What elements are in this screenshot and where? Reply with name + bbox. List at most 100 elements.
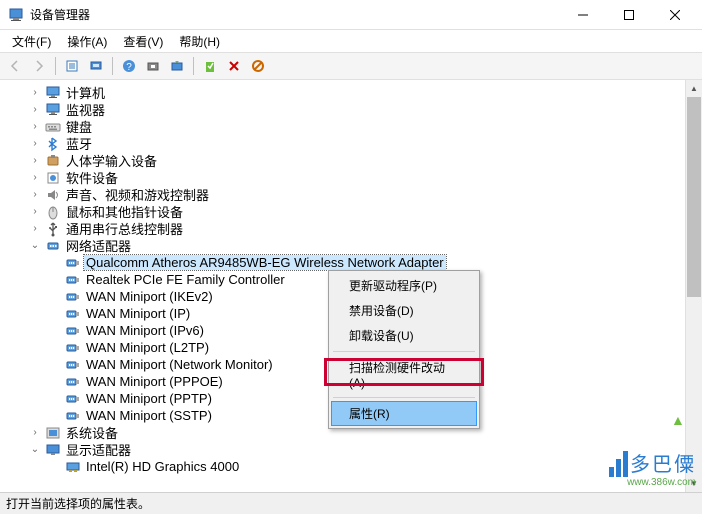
expander-icon[interactable]: › (28, 155, 42, 166)
expander-icon[interactable]: › (28, 87, 42, 98)
disable-button[interactable] (247, 55, 269, 77)
netadapter-icon (65, 408, 81, 424)
tree-label: WAN Miniport (Network Monitor) (84, 357, 275, 372)
scroll-thumb[interactable] (687, 97, 701, 297)
netadapter-icon (65, 374, 81, 390)
tree-category[interactable]: ›计算机 (0, 84, 685, 101)
netadapter-icon (65, 340, 81, 356)
tree-label: WAN Miniport (SSTP) (84, 408, 214, 423)
netadapter-icon (65, 391, 81, 407)
menu-view[interactable]: 查看(V) (115, 31, 171, 52)
app-icon (8, 7, 24, 23)
context-menu-item[interactable]: 更新驱动程序(P) (331, 273, 477, 298)
scroll-down-button[interactable]: ▼ (686, 475, 702, 492)
context-menu-item[interactable]: 属性(R) (331, 401, 477, 426)
tree-label: 网络适配器 (64, 236, 133, 255)
tree-label: WAN Miniport (PPPOE) (84, 374, 225, 389)
network-icon (45, 238, 61, 254)
expander-icon[interactable]: › (28, 223, 42, 234)
context-menu[interactable]: 更新驱动程序(P)禁用设备(D)卸载设备(U) 扫描检测硬件改动(A) 属性(R) (328, 270, 480, 429)
bluetooth-icon (45, 136, 61, 152)
keyboard-icon (45, 119, 61, 135)
expander-icon[interactable]: › (28, 172, 42, 183)
tree-label: WAN Miniport (PPTP) (84, 391, 214, 406)
tree-category[interactable]: ›键盘 (0, 118, 685, 135)
window-controls (560, 0, 698, 30)
context-menu-item[interactable]: 卸载设备(U) (331, 323, 477, 348)
tree-label: WAN Miniport (IP) (84, 306, 192, 321)
tree-label: WAN Miniport (IPv6) (84, 323, 206, 338)
hid-icon (45, 153, 61, 169)
sound-icon (45, 187, 61, 203)
menu-help[interactable]: 帮助(H) (171, 31, 228, 52)
tree-category[interactable]: ›鼠标和其他指针设备 (0, 203, 685, 220)
help-button[interactable]: ? (118, 55, 140, 77)
tree-label: WAN Miniport (L2TP) (84, 340, 211, 355)
window-title: 设备管理器 (30, 6, 560, 23)
netadapter-icon (65, 289, 81, 305)
tree-category[interactable]: ›声音、视频和游戏控制器 (0, 186, 685, 203)
system-icon (45, 425, 61, 441)
usb-icon (45, 221, 61, 237)
expander-icon[interactable]: ⌄ (28, 240, 42, 251)
software-icon (45, 170, 61, 186)
scan-button[interactable] (85, 55, 107, 77)
menu-action[interactable]: 操作(A) (59, 31, 115, 52)
tree-label: Realtek PCIe FE Family Controller (84, 272, 287, 287)
tree-category[interactable]: ›软件设备 (0, 169, 685, 186)
expander-icon[interactable]: › (28, 138, 42, 149)
tree-category[interactable]: ⌄ 网络适配器 (0, 237, 685, 254)
expander-icon[interactable]: ⌄ (28, 444, 42, 455)
update-driver-button[interactable] (142, 55, 164, 77)
scroll-up-button[interactable]: ▲ (686, 80, 702, 97)
titlebar: 设备管理器 (0, 0, 702, 30)
scan-hardware-button[interactable] (166, 55, 188, 77)
toolbar-separator (55, 57, 56, 75)
status-text: 打开当前选择项的属性表。 (6, 495, 150, 512)
monitor-icon (45, 102, 61, 118)
netadapter-icon (65, 255, 81, 271)
close-button[interactable] (652, 0, 698, 30)
menubar: 文件(F) 操作(A) 查看(V) 帮助(H) (0, 30, 702, 52)
vertical-scrollbar[interactable]: ▲ ▼ (685, 80, 702, 492)
context-menu-separator (333, 351, 475, 352)
expander-icon[interactable]: › (28, 189, 42, 200)
minimize-button[interactable] (560, 0, 606, 30)
netadapter-icon (65, 323, 81, 339)
displayadapter-icon (65, 459, 81, 475)
display-icon (45, 442, 61, 458)
tree-device[interactable]: ·Qualcomm Atheros AR9485WB-EG Wireless N… (0, 254, 685, 271)
back-button[interactable] (4, 55, 26, 77)
maximize-button[interactable] (606, 0, 652, 30)
tree-category[interactable]: ›通用串行总线控制器 (0, 220, 685, 237)
mouse-icon (45, 204, 61, 220)
svg-text:?: ? (126, 62, 132, 73)
uninstall-button[interactable] (223, 55, 245, 77)
menu-file[interactable]: 文件(F) (4, 31, 59, 52)
context-menu-separator (333, 397, 475, 398)
toolbar-separator (193, 57, 194, 75)
netadapter-icon (65, 357, 81, 373)
toolbar-separator (112, 57, 113, 75)
tree-category[interactable]: ›蓝牙 (0, 135, 685, 152)
netadapter-icon (65, 306, 81, 322)
tree-category[interactable]: ›人体学输入设备 (0, 152, 685, 169)
context-menu-item[interactable]: 禁用设备(D) (331, 298, 477, 323)
tree-label: Qualcomm Atheros AR9485WB-EG Wireless Ne… (84, 255, 446, 270)
tree-label: WAN Miniport (IKEv2) (84, 289, 215, 304)
tree-category[interactable]: ›监视器 (0, 101, 685, 118)
expander-icon[interactable]: › (28, 104, 42, 115)
tree-category[interactable]: ⌄显示适配器 (0, 441, 685, 458)
expander-icon[interactable]: › (28, 121, 42, 132)
toolbar: ? (0, 52, 702, 80)
statusbar: 打开当前选择项的属性表。 (0, 492, 702, 514)
context-menu-item[interactable]: 扫描检测硬件改动(A) (331, 355, 477, 394)
forward-button[interactable] (28, 55, 50, 77)
properties-button[interactable] (61, 55, 83, 77)
expander-icon[interactable]: › (28, 206, 42, 217)
tree-label: Intel(R) HD Graphics 4000 (84, 459, 241, 474)
enable-button[interactable] (199, 55, 221, 77)
monitor-icon (45, 85, 61, 101)
tree-device[interactable]: ·Intel(R) HD Graphics 4000 (0, 458, 685, 475)
expander-icon[interactable]: › (28, 427, 42, 438)
